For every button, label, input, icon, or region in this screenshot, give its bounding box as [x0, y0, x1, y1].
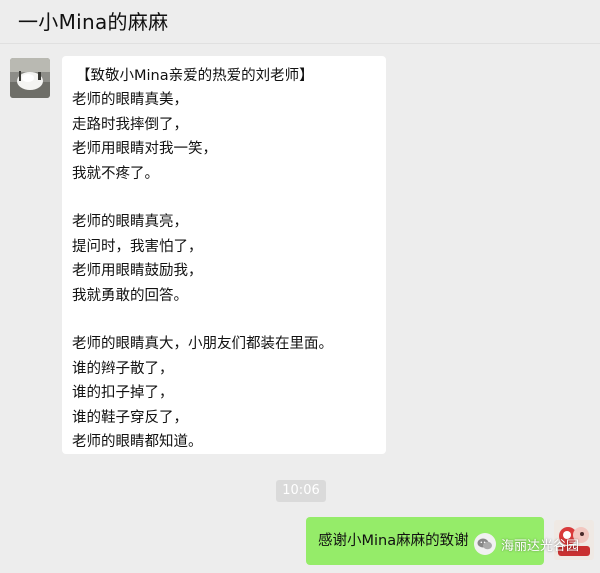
message-timestamp: 10:06 — [276, 480, 326, 502]
message-line: 老师的眼睛真美， — [72, 92, 188, 109]
message-line: 走路时我摔倒了， — [72, 116, 188, 133]
message-line: 【致敬小Mina亲爱的热爱的刘老师】 — [76, 68, 314, 84]
message-line: 老师用眼睛鼓励我， — [72, 263, 203, 280]
incoming-message-bubble[interactable]: 【致敬小Mina亲爱的热爱的刘老师】 老师的眼睛真美， 走路时我摔倒了， 老师用… — [62, 56, 386, 454]
message-line: 老师的眼睛真大，小朋友们都装在里面。 — [72, 336, 333, 353]
message-line: 我就不疼了。 — [72, 165, 159, 182]
message-line: 谁的辫子散了， — [72, 360, 174, 377]
watermark-text: 海丽达光谷园 — [501, 538, 580, 554]
chat-header: 一小Mina的麻麻 — [0, 0, 600, 44]
watermark: 海丽达光谷园 — [474, 532, 579, 556]
sender-avatar-image — [10, 58, 50, 98]
sender-avatar[interactable] — [10, 58, 50, 98]
message-line: 我就勇敢的回答。 — [72, 287, 188, 304]
message-line: 老师的眼睛真亮， — [72, 214, 188, 231]
outgoing-message-text: 感谢小Mina麻麻的致谢 — [318, 533, 469, 549]
wechat-channel-icon — [474, 533, 496, 555]
message-line: 提问时，我害怕了， — [72, 238, 203, 255]
message-line: 老师的眼睛都知道。 — [72, 434, 203, 451]
message-line: 老师用眼睛对我一笑， — [72, 141, 217, 158]
chat-area[interactable]: 【致敬小Mina亲爱的热爱的刘老师】 老师的眼睛真美， 走路时我摔倒了， 老师用… — [0, 44, 600, 573]
message-line: 谁的鞋子穿反了， — [72, 409, 188, 426]
chat-title: 一小Mina的麻麻 — [18, 10, 169, 34]
message-line: 谁的扣子掉了， — [72, 385, 174, 402]
